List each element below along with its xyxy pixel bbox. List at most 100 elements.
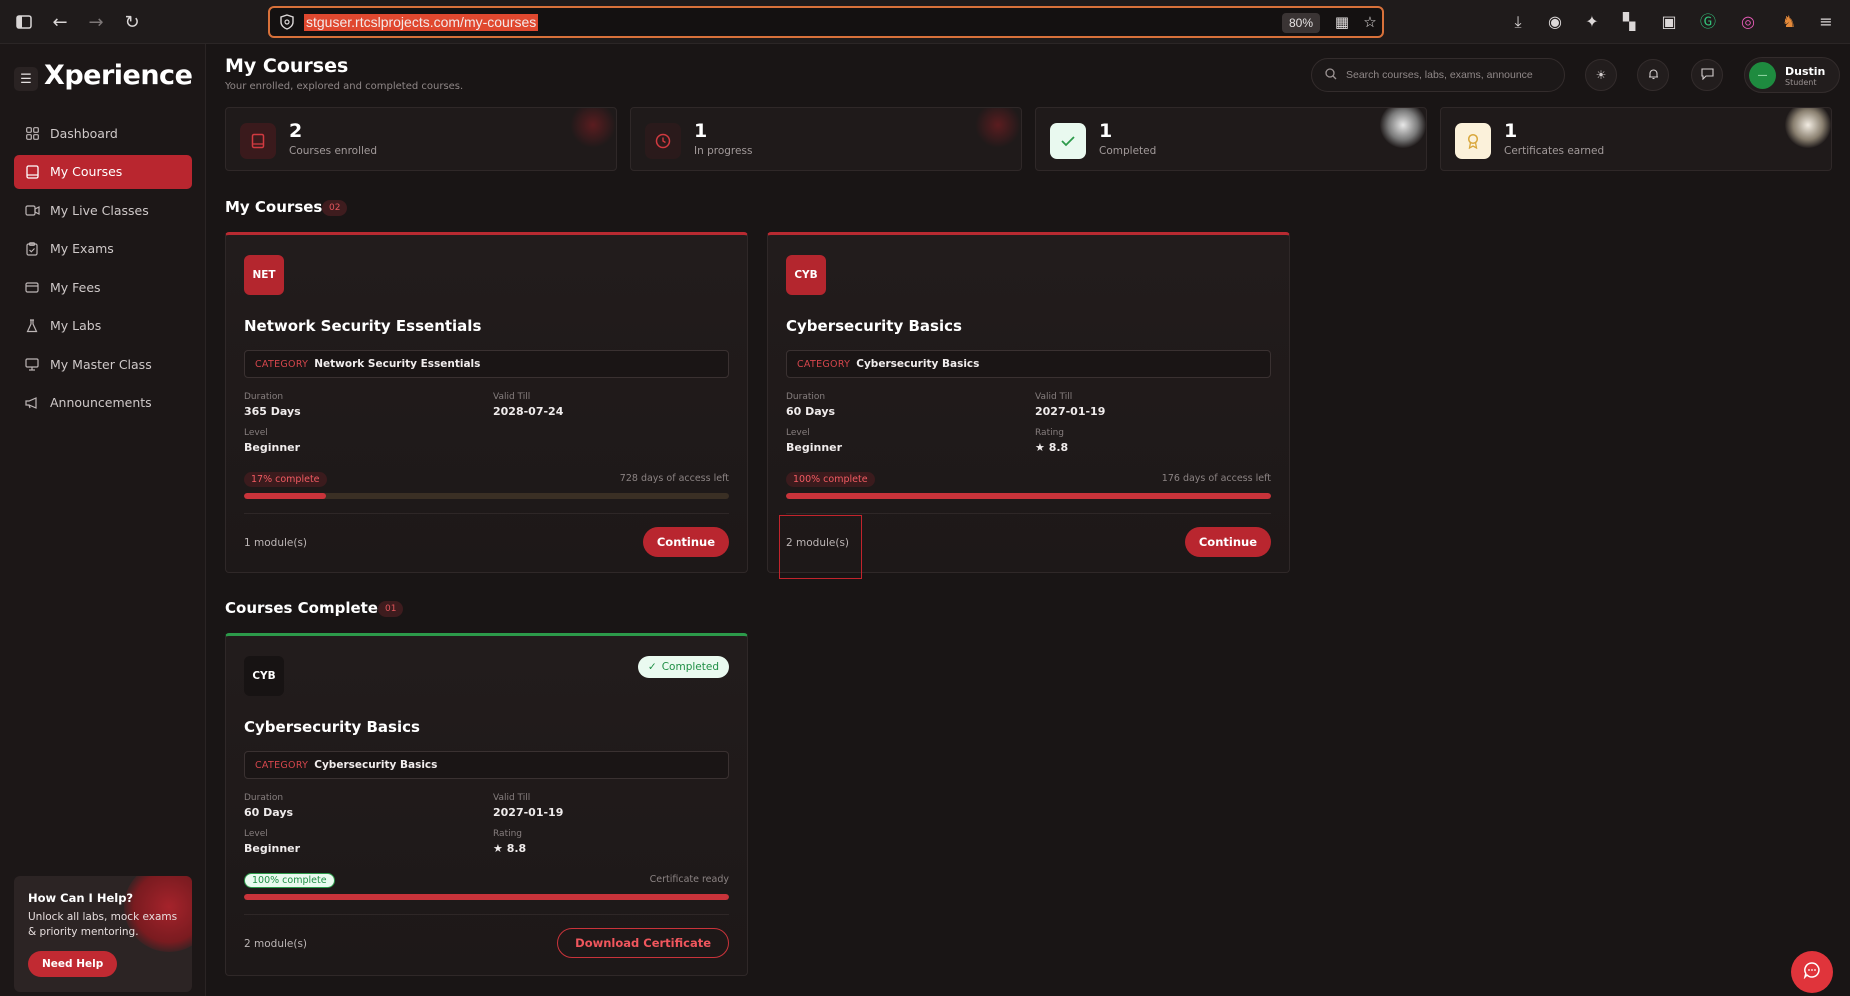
continue-button[interactable]: Continue (642, 527, 729, 557)
sidebar: ☰ Xperience Dashboard My Courses My Live… (0, 44, 206, 996)
shield-icon[interactable] (279, 14, 295, 30)
browser-toolbar: ← → ↻ stguser.rtcslprojects.com/my-cours… (0, 0, 1850, 44)
check-icon: ✓ (647, 661, 657, 673)
download-icon[interactable]: ⤓ (1508, 12, 1528, 32)
progress-bar (244, 894, 729, 900)
selection-highlight (779, 515, 862, 579)
url-text[interactable]: stguser.rtcslprojects.com/my-courses (304, 14, 539, 31)
sidebar-item-my-labs[interactable]: My Labs (14, 309, 192, 343)
category-key: CATEGORY (797, 358, 851, 370)
grammarly-icon[interactable]: Ⓖ (1698, 12, 1718, 32)
level-label: Level (244, 829, 268, 839)
help-card-title: How Can I Help? (28, 891, 134, 905)
extensions-puzzle-icon[interactable]: ✦ (1582, 12, 1602, 32)
extension-j-icon[interactable]: ◉ (1545, 12, 1565, 32)
stat-value: 1 (694, 120, 708, 142)
search-input[interactable] (1346, 67, 1556, 83)
rating-value: ★ 8.8 (1035, 441, 1069, 454)
apps-grid-icon[interactable]: ▚ (1619, 12, 1639, 32)
valid-till-value: 2027-01-19 (493, 806, 564, 819)
sidebar-item-my-courses[interactable]: My Courses (14, 154, 192, 189)
user-menu[interactable]: — Dustin Student (1744, 57, 1840, 93)
section-count-badge: 02 (322, 200, 348, 216)
progress-bar (786, 493, 1271, 499)
user-name: Dustin (1785, 65, 1826, 78)
category-key: CATEGORY (255, 358, 309, 370)
duration-label: Duration (244, 793, 284, 803)
section-count-badge: 01 (378, 601, 404, 617)
progress-bar (244, 493, 729, 499)
clipboard-icon (24, 241, 40, 257)
check-icon (1050, 123, 1086, 159)
sidebar-item-my-exams[interactable]: My Exams (14, 232, 192, 266)
sidebar-item-label: My Courses (50, 164, 123, 179)
notifications-button[interactable] (1637, 59, 1669, 91)
bookmark-star-icon[interactable]: ☆ (1362, 14, 1378, 30)
flask-icon (24, 318, 40, 334)
progress-fill (244, 493, 327, 499)
download-certificate-button[interactable]: Download Certificate (557, 928, 729, 958)
support-chat-button[interactable] (1791, 951, 1833, 993)
rating-label: Rating (1035, 428, 1065, 438)
app-logo[interactable]: Xperience (44, 60, 193, 91)
forward-icon[interactable]: → (86, 12, 106, 33)
stat-decoration (570, 108, 616, 148)
stat-card-enrolled: 2 Courses enrolled (225, 107, 617, 171)
search-icon (1325, 68, 1337, 83)
card-icon (24, 279, 40, 295)
hamburger-menu-icon[interactable]: ☰ (14, 67, 38, 91)
fox-extension-icon[interactable]: ♞ (1779, 12, 1799, 32)
reload-icon[interactable]: ↻ (122, 12, 142, 33)
messages-button[interactable] (1691, 59, 1723, 91)
megaphone-icon (24, 395, 40, 411)
stat-label: Completed (1099, 145, 1157, 157)
monitor-icon (24, 356, 40, 372)
theme-toggle-button[interactable]: ☀ (1585, 59, 1617, 91)
level-value: Beginner (244, 441, 301, 454)
category-value: Network Security Essentials (314, 358, 481, 370)
sidebar-item-label: Dashboard (50, 125, 118, 141)
address-bar[interactable]: stguser.rtcslprojects.com/my-courses 80%… (268, 6, 1384, 38)
course-title[interactable]: Network Security Essentials (244, 317, 481, 335)
sidebar-item-announcements[interactable]: Announcements (14, 386, 192, 420)
course-title[interactable]: Cybersecurity Basics (244, 718, 420, 736)
course-card-completed-cybersecurity[interactable]: CYB ✓ Completed Cybersecurity Basics CAT… (225, 633, 748, 976)
sidebar-item-label: Announcements (50, 395, 152, 410)
course-code-badge: CYB (786, 255, 826, 295)
sidebar-item-my-live-classes[interactable]: My Live Classes (14, 193, 192, 227)
sidebar-item-my-master-class[interactable]: My Master Class (14, 347, 192, 381)
duration-value: 60 Days (244, 806, 294, 819)
course-category: CATEGORY Cybersecurity Basics (786, 350, 1271, 378)
color-picker-icon[interactable]: ◎ (1738, 12, 1758, 32)
stat-card-completed: 1 Completed (1035, 107, 1427, 171)
sidebar-toggle-icon[interactable] (14, 12, 34, 32)
course-category: CATEGORY Cybersecurity Basics (244, 751, 729, 779)
bell-icon (1648, 68, 1659, 83)
sidebar-item-dashboard[interactable]: Dashboard (14, 116, 192, 150)
sidebar-nav: Dashboard My Courses My Live Classes My … (14, 116, 192, 424)
stat-decoration (1785, 108, 1831, 148)
category-value: Cybersecurity Basics (856, 358, 980, 370)
stat-decoration (1380, 108, 1426, 148)
stat-value: 2 (289, 120, 303, 142)
qr-scanner-icon[interactable]: ▣ (1659, 12, 1679, 32)
back-icon[interactable]: ← (50, 12, 70, 33)
stat-card-certificates: 1 Certificates earned (1440, 107, 1832, 171)
stat-card-in-progress: 1 In progress (630, 107, 1022, 171)
divider (244, 914, 729, 915)
continue-button[interactable]: Continue (1184, 527, 1271, 557)
course-title[interactable]: Cybersecurity Basics (786, 317, 962, 335)
sidebar-item-my-fees[interactable]: My Fees (14, 270, 192, 304)
qr-code-icon[interactable]: ▦ (1334, 14, 1350, 30)
search-bar[interactable] (1311, 58, 1565, 92)
avatar: — (1749, 62, 1776, 89)
course-card-network-security[interactable]: NET Network Security Essentials CATEGORY… (225, 232, 748, 573)
need-help-button[interactable]: Need Help (28, 951, 118, 977)
progress-badge: 100% complete (786, 472, 875, 487)
access-remaining: 728 days of access left (619, 473, 729, 484)
progress-fill (786, 493, 1271, 499)
zoom-level[interactable]: 80% (1282, 13, 1320, 33)
browser-menu-icon[interactable]: ≡ (1816, 12, 1836, 32)
valid-till-label: Valid Till (493, 392, 531, 402)
certificate-status: Certificate ready (649, 874, 729, 885)
